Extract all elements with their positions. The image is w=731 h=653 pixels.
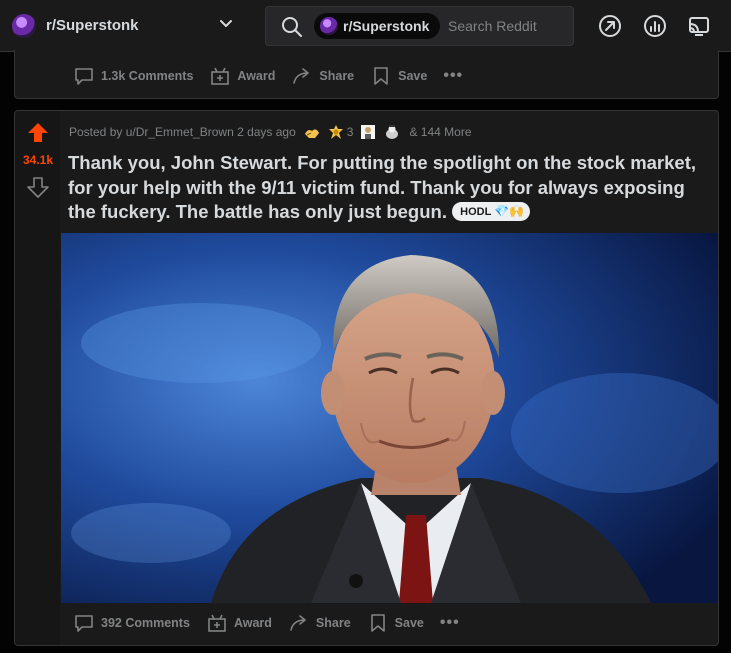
share-button[interactable]: Share bbox=[282, 607, 357, 639]
award-button[interactable]: Award bbox=[200, 607, 278, 639]
comment-icon bbox=[75, 68, 93, 85]
award-portrait-icon[interactable] bbox=[360, 124, 376, 140]
award-button[interactable]: Award bbox=[203, 60, 281, 92]
award-medal-icon[interactable] bbox=[328, 124, 344, 140]
flair-label: HODL bbox=[460, 205, 492, 218]
share-arrow-icon bbox=[293, 68, 310, 84]
comments-label: 1.3k Comments bbox=[101, 69, 194, 83]
share-arrow-icon bbox=[290, 615, 306, 631]
comments-button[interactable]: 392 Comments bbox=[67, 607, 196, 639]
post-image[interactable] bbox=[61, 233, 718, 603]
post-title-text: Thank you, John Stewart. For putting the… bbox=[68, 152, 697, 222]
save-button[interactable]: Save bbox=[361, 607, 430, 639]
award-hands-icon[interactable] bbox=[303, 124, 321, 140]
award-label: Award bbox=[237, 69, 276, 83]
cast-icon[interactable] bbox=[685, 12, 713, 40]
post-meta: Posted by u/Dr_Emmet_Brown 2 days ago 3 … bbox=[69, 124, 472, 140]
search-bar[interactable]: r/Superstonk Search Reddit bbox=[265, 6, 574, 46]
award-gift-icon bbox=[208, 614, 226, 632]
flair-emoji: 💎🙌 bbox=[494, 203, 525, 218]
top-header: r/Superstonk r/Superstonk Search Reddit bbox=[0, 0, 731, 52]
comment-icon bbox=[75, 615, 93, 632]
subreddit-name[interactable]: r/Superstonk bbox=[46, 17, 139, 34]
posted-by-text[interactable]: Posted by u/Dr_Emmet_Brown 2 days ago bbox=[69, 125, 296, 139]
vote-count: 34.1k bbox=[22, 153, 54, 167]
award-count: 3 bbox=[346, 125, 354, 139]
vote-column: 34.1k bbox=[15, 111, 60, 645]
comments-label: 392 Comments bbox=[101, 616, 190, 630]
post-actions: 392 Comments Award Share Save ••• bbox=[67, 603, 470, 643]
chevron-down-icon[interactable] bbox=[216, 14, 236, 34]
bookmark-icon bbox=[374, 67, 388, 85]
search-icon bbox=[282, 17, 302, 37]
portrait-illustration bbox=[61, 233, 718, 603]
bookmark-icon bbox=[370, 614, 385, 632]
more-options-button[interactable]: ••• bbox=[437, 60, 469, 92]
share-button[interactable]: Share bbox=[285, 60, 360, 92]
upvote-arrow-icon[interactable] bbox=[26, 121, 50, 145]
post-title[interactable]: Thank you, John Stewart. For putting the… bbox=[68, 151, 708, 225]
subreddit-avatar-icon[interactable] bbox=[12, 14, 36, 38]
award-gift-icon bbox=[211, 67, 230, 85]
more-options-button[interactable]: ••• bbox=[434, 607, 466, 639]
previous-post-actions: 1.3k Comments Award Share Save ••• bbox=[67, 56, 473, 96]
award-label: Award bbox=[233, 616, 272, 630]
share-label: Share bbox=[319, 69, 355, 83]
search-scope-chip[interactable]: r/Superstonk bbox=[314, 13, 440, 39]
save-button[interactable]: Save bbox=[364, 60, 433, 92]
post-card[interactable]: 34.1k Posted by u/Dr_Emmet_Brown 2 days … bbox=[14, 110, 719, 646]
subreddit-mini-icon bbox=[320, 17, 338, 35]
post-flair[interactable]: HODL 💎🙌 bbox=[452, 201, 531, 221]
share-label: Share bbox=[315, 616, 351, 630]
stats-icon[interactable] bbox=[641, 12, 669, 40]
previous-post-card: 1.3k Comments Award Share Save ••• bbox=[14, 50, 719, 99]
save-label: Save bbox=[394, 616, 424, 630]
search-scope-label: r/Superstonk bbox=[343, 18, 430, 34]
award-character-icon[interactable] bbox=[383, 124, 401, 140]
more-awards-link[interactable]: & 144 More bbox=[409, 125, 471, 139]
downvote-arrow-icon[interactable] bbox=[26, 175, 50, 199]
comments-button[interactable]: 1.3k Comments bbox=[67, 60, 199, 92]
popular-arrow-icon[interactable] bbox=[596, 12, 624, 40]
save-label: Save bbox=[398, 69, 428, 83]
search-input[interactable]: Search Reddit bbox=[448, 18, 537, 34]
